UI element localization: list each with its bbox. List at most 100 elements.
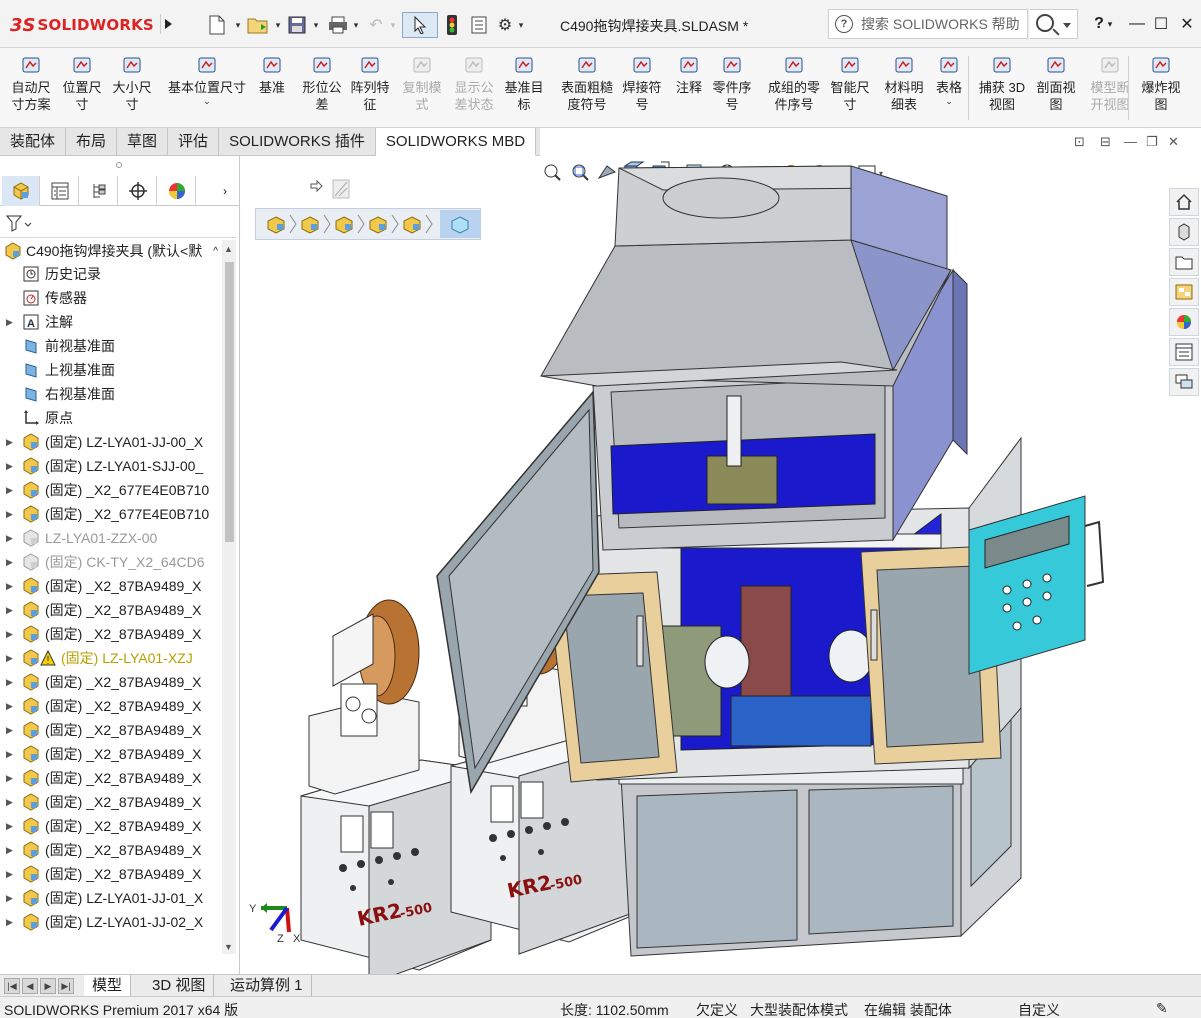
cmd-capture-3d-view-button[interactable]: 捕获 3D 视图: [974, 54, 1030, 113]
tree-item[interactable]: 历史记录: [0, 262, 222, 286]
assembly-3d-model[interactable]: KR2 -500 KR2 -500: [241, 156, 1167, 974]
tab-4[interactable]: SOLIDWORKS 插件: [219, 128, 376, 156]
tree-item[interactable]: ▶ (固定) _X2_87BA9489_X: [0, 790, 222, 814]
cmd-stacked-balloon-button[interactable]: 成组的零 件序号: [762, 54, 826, 113]
expand-arrow-icon[interactable]: ▶: [6, 653, 18, 664]
expand-arrow-icon[interactable]: ▶: [6, 557, 18, 568]
cmd-copy-scheme-button[interactable]: 复制模式: [400, 54, 444, 113]
expand-arrow-icon[interactable]: ▶: [6, 845, 18, 856]
new-document-icon[interactable]: [205, 12, 229, 38]
cmd-note-button[interactable]: 注释: [672, 54, 706, 96]
cmd-pattern-feature-button[interactable]: 阵列特征: [348, 54, 392, 113]
top-hood[interactable]: [540, 165, 952, 387]
chevron-right-icon[interactable]: ›: [212, 176, 238, 206]
expand-arrow-icon[interactable]: ▶: [6, 917, 18, 928]
property-manager-tab-icon[interactable]: [41, 176, 79, 206]
tree-item[interactable]: ▶ (固定) _X2_677E4E0B710: [0, 478, 222, 502]
rebuild-status-icon[interactable]: ✎: [1156, 1000, 1168, 1017]
expand-arrow-icon[interactable]: ▶: [6, 533, 18, 544]
panel-grip[interactable]: [116, 162, 122, 168]
forum-icon[interactable]: [1169, 368, 1199, 396]
solidworks-logo[interactable]: 3S SOLIDWORKS: [10, 12, 154, 38]
chevron-down-icon[interactable]: ▾: [232, 12, 244, 38]
menu-expand-arrow[interactable]: [160, 14, 174, 34]
expand-arrow-icon[interactable]: ▶: [6, 485, 18, 496]
minimize-button[interactable]: —: [1124, 10, 1150, 38]
tab-5[interactable]: SOLIDWORKS MBD: [375, 128, 537, 156]
cmd-balloon-button[interactable]: 零件序号: [710, 54, 754, 113]
tree-item[interactable]: 右视基准面: [0, 382, 222, 406]
expand-arrow-icon[interactable]: ▶: [6, 437, 18, 448]
chevron-down-icon[interactable]: ▾: [516, 12, 526, 38]
appearances-icon[interactable]: [1169, 308, 1199, 336]
tile-icon[interactable]: ⊟: [1100, 134, 1111, 150]
expand-arrow-icon[interactable]: ▶: [6, 581, 18, 592]
cmd-surface-finish-button[interactable]: 表面粗糙 度符号: [556, 54, 618, 113]
maximize-button[interactable]: ☐: [1148, 10, 1174, 38]
tree-item[interactable]: 传感器: [0, 286, 222, 310]
tree-root-assembly[interactable]: C490拖钩焊接夹具 (默认<默 ^: [0, 240, 236, 262]
cmd-weld-symbol-button[interactable]: 焊接符号: [620, 54, 664, 113]
cmd-size-dimension-button[interactable]: 大小尺寸: [110, 54, 154, 113]
close-button[interactable]: ✕: [1174, 10, 1200, 38]
cmd-show-tolerance-status-button[interactable]: 显示公 差状态: [452, 54, 496, 113]
tab-model[interactable]: 模型: [84, 975, 132, 997]
file-properties-icon[interactable]: [468, 12, 490, 38]
tree-item[interactable]: ▶ (固定) CK-TY_X2_64CD6: [0, 550, 222, 574]
chevron-down-icon[interactable]: ▾: [388, 12, 398, 38]
tree-item[interactable]: ▶ (固定) _X2_87BA9489_X: [0, 574, 222, 598]
prev-tab-icon[interactable]: ◀: [22, 978, 38, 994]
expand-arrow-icon[interactable]: ▶: [6, 701, 18, 712]
cmd-geometric-tolerance-button[interactable]: 形位公差: [300, 54, 344, 113]
tree-item[interactable]: 上视基准面: [0, 358, 222, 382]
tab-1[interactable]: 布局: [66, 128, 118, 156]
expand-arrow-icon[interactable]: ▶: [6, 773, 18, 784]
chevron-down-icon[interactable]: ⌄: [203, 96, 211, 106]
print-icon[interactable]: [326, 12, 350, 38]
home-icon[interactable]: [1169, 188, 1199, 216]
file-explorer-icon[interactable]: [1169, 248, 1199, 276]
tab-3[interactable]: 评估: [168, 128, 220, 156]
tree-item[interactable]: ▶ (固定) _X2_87BA9489_X: [0, 862, 222, 886]
tree-item[interactable]: ▶ (固定) LZ-LYA01-JJ-00_X: [0, 430, 222, 454]
tree-item[interactable]: ▶ (固定) _X2_87BA9489_X: [0, 838, 222, 862]
expand-arrow-icon[interactable]: ▶: [6, 605, 18, 616]
cmd-exploded-view-button[interactable]: 爆炸视图: [1138, 54, 1184, 113]
chevron-down-icon[interactable]: ▾: [350, 12, 362, 38]
tree-item[interactable]: ▶ (固定) _X2_87BA9489_X: [0, 814, 222, 838]
tree-item[interactable]: ▶ LZ-LYA01-ZZX-00: [0, 526, 222, 550]
expand-arrow-icon[interactable]: ▶: [6, 869, 18, 880]
cmd-model-break-view-button[interactable]: 模型断 开视图: [1088, 54, 1132, 113]
units-custom[interactable]: 自定义: [1018, 1000, 1060, 1018]
graphics-viewport[interactable]: ▾ ▾ ▾ ▾ ▾ ▾ ▾: [241, 156, 1167, 974]
expand-arrow-icon[interactable]: ▶: [6, 629, 18, 640]
expand-arrow-icon[interactable]: ▶: [6, 749, 18, 760]
tree-item[interactable]: 前视基准面: [0, 334, 222, 358]
cmd-table-button[interactable]: 表格 ⌄: [932, 54, 966, 106]
next-tab-icon[interactable]: ▶: [40, 978, 56, 994]
feature-manager-tab-icon[interactable]: [2, 176, 40, 206]
open-folder-icon[interactable]: [246, 12, 270, 38]
tab-2[interactable]: 草图: [117, 128, 169, 156]
expand-arrow-icon[interactable]: ▶: [6, 725, 18, 736]
doc-minimize-icon[interactable]: —: [1124, 134, 1137, 149]
select-pointer-icon[interactable]: [402, 12, 438, 38]
doc-close-icon[interactable]: ✕: [1168, 134, 1179, 150]
tree-item[interactable]: 原点: [0, 406, 222, 430]
cmd-datum-button[interactable]: 基准: [256, 54, 288, 96]
expand-arrow-icon[interactable]: ▶: [6, 677, 18, 688]
cmd-location-dimension-button[interactable]: 位置尺寸: [60, 54, 104, 113]
help-search-input[interactable]: ? 搜索 SOLIDWORKS 帮助: [828, 9, 1028, 39]
scroll-down-icon[interactable]: ▼: [224, 942, 233, 952]
restore-panel-icon[interactable]: ⊡: [1074, 134, 1085, 150]
tree-item[interactable]: ▶ (固定) _X2_87BA9489_X: [0, 766, 222, 790]
first-tab-icon[interactable]: |◀: [4, 978, 20, 994]
search-button[interactable]: [1030, 9, 1078, 39]
tree-item[interactable]: ▶ A 注解: [0, 310, 222, 334]
cmd-bom-button[interactable]: 材料明 细表: [882, 54, 926, 113]
expand-arrow-icon[interactable]: ▶: [6, 821, 18, 832]
cmd-section-view-button[interactable]: 剖面视图: [1034, 54, 1078, 113]
undo-icon[interactable]: ↶: [364, 12, 388, 38]
display-manager-tab-icon[interactable]: [158, 176, 196, 206]
scroll-up-icon[interactable]: ▲: [224, 244, 233, 254]
